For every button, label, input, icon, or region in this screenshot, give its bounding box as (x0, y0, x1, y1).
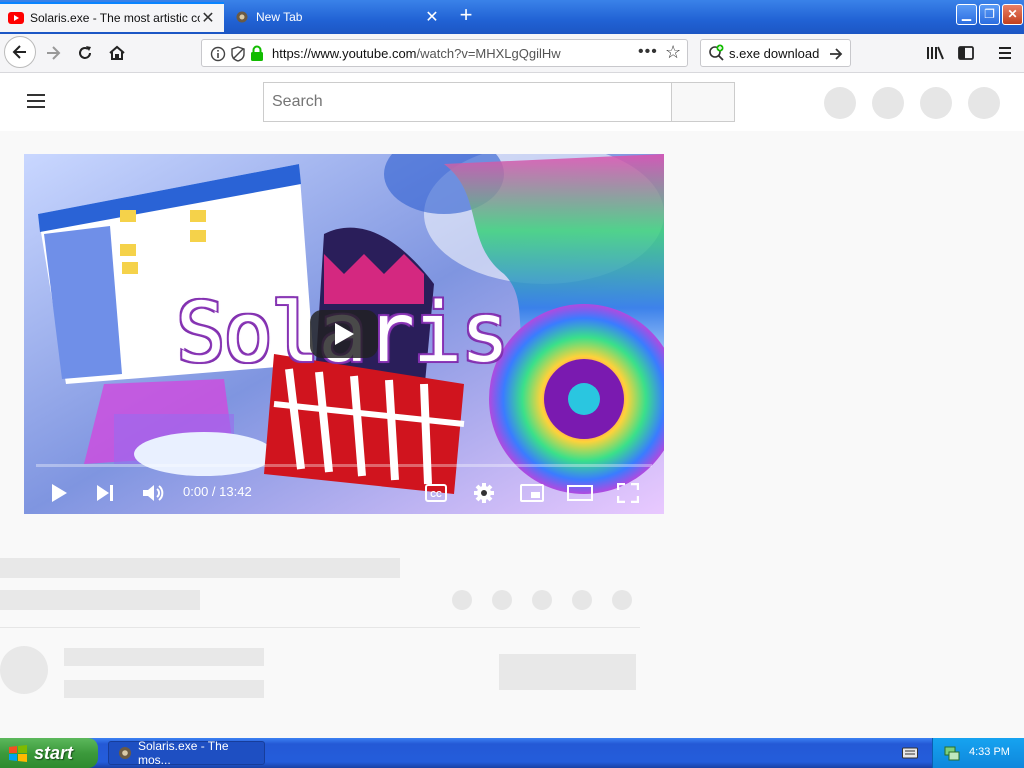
tracking-protection-icon[interactable] (230, 46, 246, 62)
volume-icon (143, 485, 164, 501)
cc-icon: CC (425, 484, 447, 502)
play-icon (335, 323, 354, 345)
player-controls: 0:00 / 13:42 CC (24, 472, 664, 514)
divider (0, 627, 640, 628)
sidebar-icon (958, 46, 974, 60)
home-icon (109, 45, 125, 60)
hamburger-icon (999, 47, 1011, 59)
navigation-toolbar: https://www.youtube.com/watch?v=MHXLgQgi… (0, 34, 1024, 73)
lock-icon[interactable] (250, 45, 264, 62)
reload-button[interactable] (70, 38, 100, 68)
clock: 4:33 PM (969, 746, 1010, 758)
close-window-button[interactable]: ✕ (1002, 4, 1023, 25)
search-bar[interactable]: s.exe download (700, 39, 851, 67)
menu-button[interactable] (990, 38, 1020, 68)
header-icon-placeholder[interactable] (968, 87, 1000, 119)
miniplayer-icon (520, 484, 544, 502)
new-tab-button[interactable]: + (454, 4, 478, 28)
theater-mode-button[interactable] (565, 478, 595, 508)
action-placeholder (572, 590, 592, 610)
channel-subs-placeholder (64, 680, 264, 698)
youtube-header (0, 73, 1024, 131)
youtube-search-box[interactable] (263, 82, 672, 122)
tab-new-tab[interactable]: New Tab ✕ (226, 2, 448, 32)
title-placeholder (0, 558, 400, 578)
browser-tab-bar: Solaris.exe - The most artistic com ✕ Ne… (0, 0, 1024, 34)
next-button[interactable] (90, 478, 120, 508)
minimize-button[interactable]: ▁ (956, 4, 977, 25)
guide-menu-icon[interactable] (26, 93, 46, 109)
search-bar-value: s.exe download (729, 46, 820, 61)
metadata-placeholder (0, 590, 200, 610)
fullscreen-icon (617, 483, 639, 503)
gear-icon (474, 483, 494, 503)
action-placeholder (532, 590, 552, 610)
action-placeholder (612, 590, 632, 610)
large-play-button[interactable] (310, 310, 378, 358)
search-engine-icon (709, 44, 724, 61)
home-button[interactable] (102, 38, 132, 68)
channel-avatar-placeholder (0, 646, 48, 694)
forward-button[interactable] (38, 38, 68, 68)
youtube-icon (8, 12, 24, 24)
windows-logo-icon (9, 745, 27, 762)
youtube-search-button[interactable] (672, 82, 735, 122)
restore-button[interactable]: ❐ (979, 4, 1000, 25)
tab-title: New Tab (256, 10, 303, 24)
url-bar[interactable]: https://www.youtube.com/watch?v=MHXLgQgi… (201, 39, 688, 67)
url-text: https://www.youtube.com/watch?v=MHXLgQgi… (272, 46, 561, 61)
keyboard-icon[interactable] (902, 746, 918, 760)
info-icon[interactable] (210, 46, 226, 62)
system-tray: 4:33 PM (932, 738, 1024, 768)
settings-button[interactable] (469, 478, 499, 508)
sidebar-button[interactable] (951, 38, 981, 68)
skip-next-icon (97, 485, 113, 501)
close-tab-icon[interactable]: ✕ (424, 7, 440, 27)
video-player[interactable]: Solaris 0:00 / 13:42 CC (24, 154, 664, 514)
header-icon-placeholder[interactable] (824, 87, 856, 119)
header-icon-placeholder[interactable] (920, 87, 952, 119)
miniplayer-button[interactable] (517, 478, 547, 508)
mute-button[interactable] (138, 478, 168, 508)
arrow-left-icon (12, 45, 26, 59)
channel-name-placeholder (64, 648, 264, 666)
theater-icon (567, 485, 593, 501)
action-placeholder (452, 590, 472, 610)
taskbar-window-firefox[interactable]: Solaris.exe - The mos... (108, 739, 265, 767)
svg-text:CC: CC (430, 490, 442, 499)
subtitles-button[interactable]: CC (421, 478, 451, 508)
header-icon-placeholder[interactable] (872, 87, 904, 119)
fullscreen-button[interactable] (613, 478, 643, 508)
taskbar-window-title: Solaris.exe - The mos... (138, 739, 229, 767)
time-display: 0:00 / 13:42 (183, 484, 252, 499)
close-tab-icon[interactable]: ✕ (200, 8, 216, 28)
youtube-search-input[interactable] (264, 83, 671, 121)
library-icon (927, 46, 944, 60)
progress-bar[interactable] (36, 464, 652, 467)
tab-title: Solaris.exe - The most artistic com (30, 11, 200, 25)
play-button[interactable] (44, 478, 74, 508)
reload-icon (79, 46, 91, 59)
arrow-right-icon (47, 46, 61, 60)
browser-icon (236, 11, 248, 23)
action-placeholder (492, 590, 512, 610)
page-actions-icon[interactable]: ••• (638, 43, 658, 61)
tab-youtube[interactable]: Solaris.exe - The most artistic com ✕ (0, 2, 224, 32)
start-button[interactable]: start (0, 738, 98, 768)
back-button[interactable] (4, 36, 36, 68)
play-icon (52, 484, 67, 502)
bookmark-star-icon[interactable]: ☆ (665, 42, 681, 63)
subscribe-placeholder (499, 654, 636, 690)
go-arrow-icon[interactable] (828, 46, 844, 62)
browser-icon (119, 747, 131, 759)
network-icon[interactable] (943, 744, 961, 762)
start-label: start (34, 742, 74, 763)
library-button[interactable] (920, 38, 950, 68)
taskbar: start Solaris.exe - The mos... 4:33 PM (0, 738, 1024, 768)
